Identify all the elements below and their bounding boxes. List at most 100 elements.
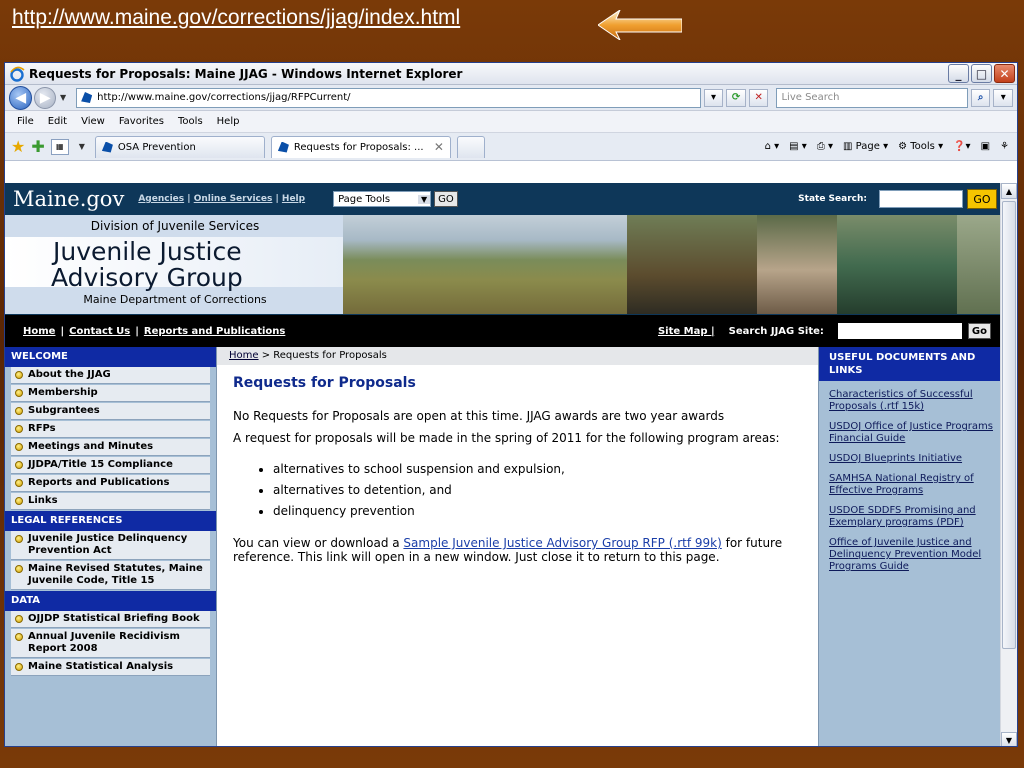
jjag-search-label: Search JJAG Site: bbox=[728, 325, 824, 337]
search-icon[interactable]: ⌕ bbox=[970, 88, 991, 107]
left-nav-label: RFPs bbox=[28, 423, 56, 434]
close-tab-icon[interactable]: ✕ bbox=[434, 140, 444, 154]
tab-label: Requests for Proposals: ... bbox=[293, 141, 424, 153]
menu-file[interactable]: File bbox=[17, 116, 34, 127]
doc-link[interactable]: USDOJ Office of Justice Programs Financi… bbox=[829, 421, 997, 445]
state-search-go-button[interactable]: GO bbox=[967, 189, 997, 209]
stop-icon[interactable]: ✕ bbox=[748, 88, 769, 107]
breadcrumb-current: > Requests for Proposals bbox=[258, 350, 387, 361]
close-button[interactable]: ✕ bbox=[994, 64, 1015, 83]
bullet-icon bbox=[15, 425, 23, 433]
forward-button[interactable]: ▶ bbox=[34, 86, 56, 109]
help-icon[interactable]: ❓▾ bbox=[953, 141, 970, 152]
state-search-input[interactable] bbox=[879, 190, 963, 208]
nav-home[interactable]: Home bbox=[23, 326, 55, 337]
tab-list-dropdown-icon[interactable]: ▼ bbox=[79, 142, 85, 151]
add-favorite-icon[interactable]: ✚ bbox=[31, 137, 44, 156]
left-nav-item[interactable]: RFPs bbox=[11, 421, 210, 438]
bullet-icon bbox=[15, 389, 23, 397]
page-tools-select[interactable]: Page Tools ▼ bbox=[333, 191, 432, 207]
link-help[interactable]: Help bbox=[282, 194, 305, 204]
bullet-icon bbox=[15, 371, 23, 379]
url-input[interactable]: http://www.maine.gov/corrections/jjag/RF… bbox=[76, 87, 701, 108]
page-menu[interactable]: ▥ Page ▾ bbox=[843, 141, 888, 152]
search-options-icon[interactable]: ▾ bbox=[993, 88, 1013, 107]
banner-division: Division of Juvenile Services bbox=[90, 219, 260, 233]
scrollbar-thumb[interactable] bbox=[1002, 201, 1016, 649]
vertical-scrollbar[interactable]: ▲ ▼ bbox=[1000, 183, 1017, 746]
main-inner: Requests for Proposals No Requests for P… bbox=[217, 365, 818, 582]
tools-menu[interactable]: ⚙ Tools ▾ bbox=[898, 141, 943, 152]
left-nav-item[interactable]: About the JJAG bbox=[11, 367, 210, 384]
doc-link[interactable]: USDOJ Blueprints Initiative bbox=[829, 453, 997, 465]
page-tools-go-button[interactable]: GO bbox=[434, 191, 458, 207]
link-online-services[interactable]: Online Services bbox=[194, 194, 273, 204]
left-nav-label: Membership bbox=[28, 387, 98, 398]
left-nav-item[interactable]: Meetings and Minutes bbox=[11, 439, 210, 456]
favorites-star-icon[interactable]: ★ bbox=[11, 137, 25, 156]
slide-url-link[interactable]: http://www.maine.gov/corrections/jjag/in… bbox=[12, 6, 460, 30]
left-nav-label: Reports and Publications bbox=[28, 477, 170, 488]
rfp-upcoming-text: A request for proposals will be made in … bbox=[233, 431, 780, 445]
left-nav-item[interactable]: Membership bbox=[11, 385, 210, 402]
doc-link[interactable]: SAMHSA National Registry of Effective Pr… bbox=[829, 473, 997, 497]
nav-reports-publications[interactable]: Reports and Publications bbox=[144, 326, 285, 337]
left-nav-item[interactable]: Maine Revised Statutes, Maine Juvenile C… bbox=[11, 561, 210, 590]
left-nav-item[interactable]: OJJDP Statistical Briefing Book bbox=[11, 611, 210, 628]
doc-link[interactable]: USDOE SDDFS Promising and Exemplary prog… bbox=[829, 505, 997, 529]
new-tab-button[interactable] bbox=[456, 135, 485, 158]
site-map-link[interactable]: Site Map | bbox=[658, 326, 715, 337]
research-icon[interactable]: ▣ bbox=[981, 141, 990, 152]
maine-favicon-icon bbox=[277, 141, 289, 153]
jjag-search-go-button[interactable]: Go bbox=[967, 323, 991, 339]
scroll-up-icon[interactable]: ▲ bbox=[1001, 183, 1017, 199]
live-search-input[interactable]: Live Search bbox=[776, 87, 968, 108]
doc-link[interactable]: Office of Juvenile Justice and Delinquen… bbox=[829, 537, 997, 573]
minimize-button[interactable]: _ bbox=[948, 64, 969, 83]
left-nav-item[interactable]: Reports and Publications bbox=[11, 475, 210, 492]
menu-favorites[interactable]: Favorites bbox=[119, 116, 164, 127]
left-nav-item[interactable]: Links bbox=[11, 493, 210, 510]
breadcrumb-home-link[interactable]: Home bbox=[229, 350, 259, 361]
maine-favicon-icon bbox=[101, 141, 113, 153]
history-dropdown-icon[interactable]: ▼ bbox=[60, 93, 66, 102]
back-button[interactable]: ◀ bbox=[9, 85, 33, 110]
left-nav-item[interactable]: Annual Juvenile Recidivism Report 2008 bbox=[11, 629, 210, 658]
refresh-icon[interactable]: ⟳ bbox=[726, 88, 746, 107]
banner-title-line2: Advisory Group bbox=[51, 263, 243, 292]
quick-tabs-icon[interactable]: ▦ bbox=[50, 138, 69, 155]
maximize-button[interactable]: □ bbox=[971, 64, 992, 83]
menu-tools[interactable]: Tools bbox=[178, 116, 203, 127]
ie-logo-icon bbox=[10, 66, 25, 82]
address-bar: ◀ ▶ ▼ http://www.maine.gov/corrections/j… bbox=[5, 85, 1017, 111]
home-icon[interactable]: ⌂ ▾ bbox=[765, 141, 780, 152]
jjag-search-input[interactable] bbox=[837, 323, 962, 339]
left-nav-item[interactable]: Subgrantees bbox=[11, 403, 210, 420]
sample-rfp-link[interactable]: Sample Juvenile Justice Advisory Group R… bbox=[403, 536, 721, 550]
menu-view[interactable]: View bbox=[81, 116, 105, 127]
menu-help[interactable]: Help bbox=[217, 116, 240, 127]
feeds-icon[interactable]: ▤ ▾ bbox=[789, 141, 807, 152]
maine-gov-logo[interactable]: Maine.gov bbox=[13, 187, 124, 211]
useful-docs-heading: USEFUL DOCUMENTS AND LINKS bbox=[819, 347, 1001, 381]
menu-edit[interactable]: Edit bbox=[48, 116, 67, 127]
nav-contact-us[interactable]: Contact Us bbox=[69, 326, 130, 337]
messenger-icon[interactable]: ⚘ bbox=[1000, 141, 1009, 152]
link-agencies[interactable]: Agencies bbox=[138, 194, 184, 204]
left-nav-label: Annual Juvenile Recidivism Report 2008 bbox=[28, 631, 180, 654]
scroll-down-icon[interactable]: ▼ bbox=[1001, 732, 1017, 746]
tab-requests-for-proposals[interactable]: Requests for Proposals: ... ✕ bbox=[270, 135, 451, 158]
left-nav-item[interactable]: JJDPA/Title 15 Compliance bbox=[11, 457, 210, 474]
left-nav-item[interactable]: Juvenile Justice Delinquency Prevention … bbox=[11, 531, 210, 560]
back-arrow-icon[interactable] bbox=[598, 10, 682, 40]
gear-icon: ⚙ bbox=[898, 141, 908, 152]
chevron-down-icon: ▼ bbox=[417, 194, 431, 204]
tab-label: OSA Prevention bbox=[117, 141, 196, 153]
url-dropdown-icon[interactable]: ▾ bbox=[703, 88, 724, 107]
print-icon[interactable]: ⎙ ▾ bbox=[817, 141, 833, 152]
left-nav-item[interactable]: Maine Statistical Analysis bbox=[11, 659, 210, 676]
doc-link[interactable]: Characteristics of Successful Proposals … bbox=[829, 389, 997, 413]
list-item: delinquency prevention bbox=[273, 501, 802, 522]
program-areas-list: alternatives to school suspension and ex… bbox=[273, 459, 802, 522]
tab-osa-prevention[interactable]: OSA Prevention bbox=[94, 135, 265, 158]
